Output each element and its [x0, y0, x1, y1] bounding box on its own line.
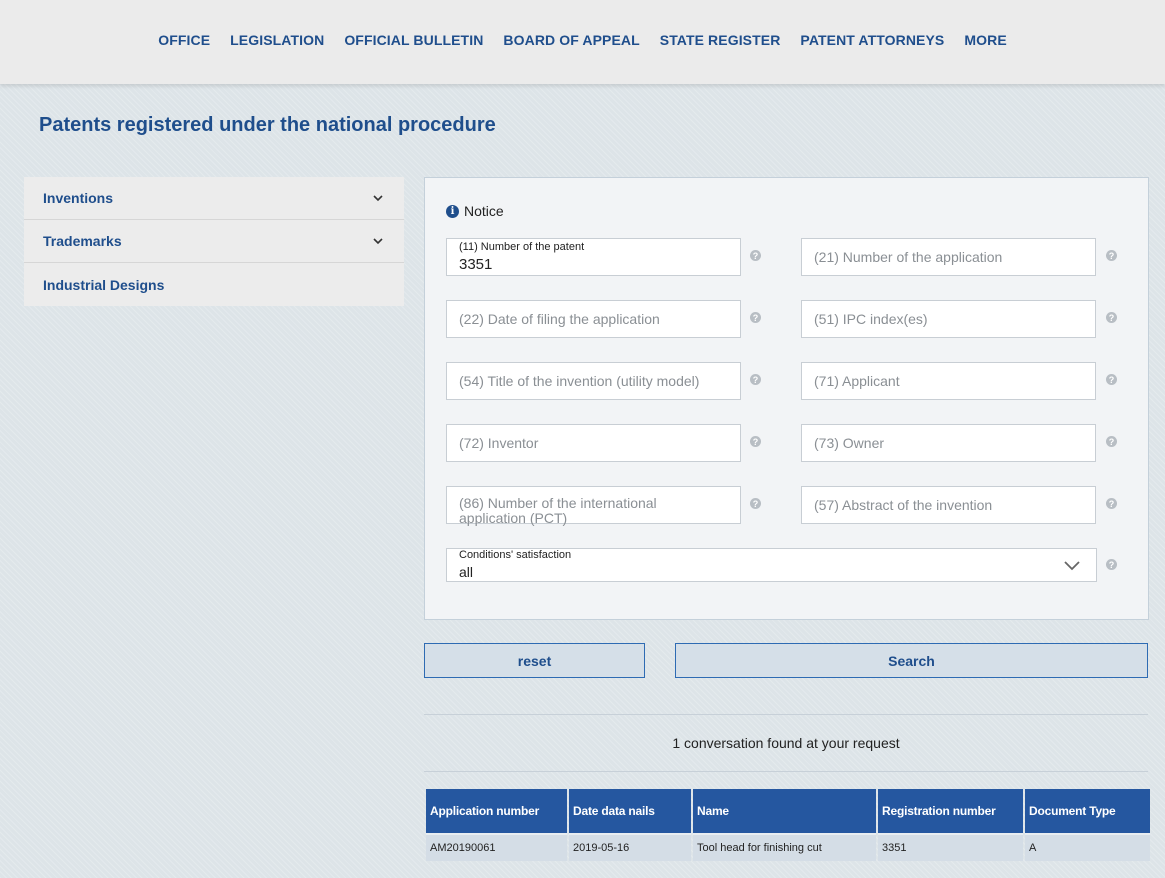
application-number-input[interactable] [802, 239, 1095, 275]
search-form-panel: i Notice (11) Number of the patent ? ? ?… [424, 177, 1149, 620]
pct-number-field[interactable]: (86) Number of the international applica… [446, 486, 741, 526]
inventor-field [446, 424, 741, 462]
chevron-down-icon [1064, 561, 1080, 571]
nav-board-of-appeal[interactable]: BOARD OF APPEAL [503, 32, 639, 48]
owner-field [801, 424, 1096, 462]
notice[interactable]: i Notice [446, 203, 504, 219]
help-icon[interactable]: ? [750, 250, 761, 261]
divider [424, 714, 1148, 715]
reset-button[interactable]: reset [424, 643, 645, 678]
nav-legislation[interactable]: LEGISLATION [230, 32, 324, 48]
table-header-row: Application number Date data nails Name … [426, 789, 1150, 833]
divider [424, 771, 1148, 772]
nav-official-bulletin[interactable]: OFFICIAL BULLETIN [344, 32, 483, 48]
results-table: Application number Date data nails Name … [424, 789, 1152, 861]
nav-office[interactable]: OFFICE [158, 32, 210, 48]
notice-label: Notice [464, 203, 504, 219]
help-icon[interactable]: ? [750, 436, 761, 447]
sidebar: Inventions Trademarks Industrial Designs [24, 177, 404, 306]
help-icon[interactable]: ? [1106, 374, 1117, 385]
cell-application-number[interactable]: AM20190061 [426, 833, 567, 861]
applicant-input[interactable] [802, 363, 1095, 399]
pct-number-placeholder: (86) Number of the international applica… [459, 496, 729, 526]
chevron-down-icon [373, 195, 383, 202]
sidebar-item-label: Industrial Designs [43, 276, 165, 293]
page-title: Patents registered under the national pr… [39, 114, 496, 136]
cell-name[interactable]: Tool head for finishing cut [693, 833, 876, 861]
invention-title-field [446, 362, 741, 400]
column-header-document-type[interactable]: Document Type [1025, 789, 1150, 833]
owner-input[interactable] [802, 425, 1095, 461]
top-navigation: OFFICE LEGISLATION OFFICIAL BULLETIN BOA… [0, 0, 1165, 84]
column-header-application-number[interactable]: Application number [426, 789, 567, 833]
results-summary: 1 conversation found at your request [672, 735, 900, 751]
table-row[interactable]: AM20190061 2019-05-16 Tool head for fini… [426, 833, 1150, 861]
search-button[interactable]: Search [675, 643, 1148, 678]
nav-more[interactable]: MORE [964, 32, 1006, 48]
abstract-field [801, 486, 1096, 524]
nav-patent-attorneys[interactable]: PATENT ATTORNEYS [800, 32, 944, 48]
cell-registration-number: 3351 [878, 833, 1023, 861]
sidebar-item-label: Trademarks [43, 233, 122, 249]
patent-number-field: (11) Number of the patent [446, 238, 741, 276]
info-icon: i [446, 204, 459, 218]
filing-date-input[interactable] [447, 301, 740, 337]
patent-number-label: (11) Number of the patent [459, 241, 585, 253]
applicant-field [801, 362, 1096, 400]
nav-state-register[interactable]: STATE REGISTER [660, 32, 781, 48]
application-number-field [801, 238, 1096, 276]
help-icon[interactable]: ? [1106, 436, 1117, 447]
ipc-index-field [801, 300, 1096, 338]
help-icon[interactable]: ? [1106, 312, 1117, 323]
sidebar-item-trademarks[interactable]: Trademarks [24, 220, 404, 263]
pct-placeholder-line1: (86) Number of the international [459, 495, 657, 511]
filing-date-field [446, 300, 741, 338]
invention-title-input[interactable] [447, 363, 740, 399]
ipc-index-input[interactable] [802, 301, 1095, 337]
column-header-date[interactable]: Date data nails [569, 789, 691, 833]
help-icon[interactable]: ? [750, 374, 761, 385]
sidebar-item-label: Inventions [43, 190, 114, 206]
chevron-down-icon [373, 238, 383, 245]
conditions-label: Conditions' satisfaction [459, 549, 572, 561]
cell-date: 2019-05-16 [569, 833, 691, 861]
help-icon[interactable]: ? [1106, 498, 1117, 509]
help-icon[interactable]: ? [1106, 559, 1117, 570]
column-header-name[interactable]: Name [693, 789, 876, 833]
conditions-value: all [459, 564, 474, 580]
pct-placeholder-line2: application (PCT) [459, 510, 568, 526]
cell-document-type: A [1025, 833, 1150, 861]
column-header-registration-number[interactable]: Registration number [878, 789, 1023, 833]
conditions-select[interactable]: Conditions' satisfaction all [446, 548, 1097, 582]
help-icon[interactable]: ? [750, 312, 761, 323]
help-icon[interactable]: ? [750, 498, 761, 509]
sidebar-item-industrial-designs[interactable]: Industrial Designs [24, 263, 404, 306]
abstract-input[interactable] [802, 487, 1095, 523]
sidebar-item-inventions[interactable]: Inventions [24, 177, 404, 220]
inventor-input[interactable] [447, 425, 740, 461]
help-icon[interactable]: ? [1106, 250, 1117, 261]
